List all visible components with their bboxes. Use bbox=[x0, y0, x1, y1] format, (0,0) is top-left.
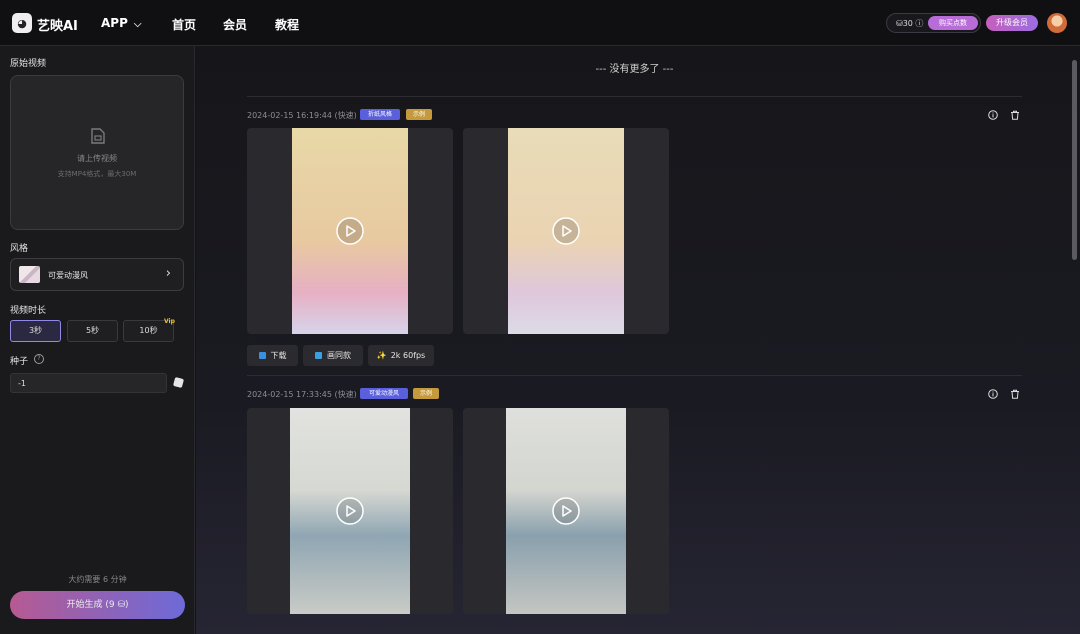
upscale-label: 2k 60fps bbox=[390, 351, 426, 360]
download-icon bbox=[258, 352, 266, 359]
upscale-button[interactable]: ✨ 2k 60fps bbox=[368, 345, 434, 366]
vip-badge: Vip bbox=[164, 318, 175, 325]
video-upload-area[interactable]: 请上传视频 支持MP4格式，最大30M bbox=[10, 75, 184, 230]
info-icon[interactable] bbox=[988, 389, 998, 399]
chevron-right-icon: › bbox=[165, 266, 171, 281]
trash-icon[interactable] bbox=[1010, 110, 1020, 120]
download-button[interactable]: 下载 bbox=[247, 345, 298, 366]
generated-video-card[interactable] bbox=[463, 128, 669, 334]
credit-value: 30 bbox=[902, 19, 913, 28]
original-video-card[interactable] bbox=[247, 408, 453, 614]
no-more-text: --- 没有更多了 --- bbox=[595, 64, 674, 75]
credit-count: ⛁30 ⓘ bbox=[896, 19, 924, 28]
sample-tag: 示例 bbox=[413, 388, 439, 399]
generated-video-card[interactable] bbox=[463, 408, 669, 614]
duration-label: 视频时长 bbox=[10, 306, 47, 316]
refresh-icon bbox=[315, 352, 322, 359]
sample-tag: 示例 bbox=[406, 109, 432, 120]
style-thumbnail bbox=[19, 266, 40, 283]
original-video-card[interactable] bbox=[247, 128, 453, 334]
play-icon[interactable] bbox=[336, 217, 364, 245]
chevron-down-icon: ⌵ bbox=[133, 19, 142, 30]
divider bbox=[247, 96, 1022, 97]
divider bbox=[247, 375, 1022, 376]
user-avatar[interactable] bbox=[1047, 13, 1067, 33]
task-timestamp: 2024-02-15 17:33:45 (快速) bbox=[247, 390, 357, 399]
sparkle-icon: ✨ bbox=[376, 351, 387, 360]
download-label: 下载 bbox=[270, 351, 287, 360]
trash-icon[interactable] bbox=[1010, 389, 1020, 399]
scrollbar[interactable] bbox=[1072, 60, 1077, 260]
upgrade-membership-button[interactable]: 升级会员 bbox=[986, 15, 1038, 31]
results-panel: --- 没有更多了 --- 2024-02-15 16:19:44 (快速) 折… bbox=[196, 46, 1080, 634]
brand-name[interactable]: 艺映AI bbox=[37, 15, 78, 34]
style-tag: 可爱动漫风 bbox=[360, 388, 408, 399]
style-selector[interactable]: 可爱动漫风 › bbox=[10, 258, 184, 291]
credit-pill: ⛁30 ⓘ 购买点数 bbox=[886, 13, 981, 33]
estimated-time: 大约需要 6 分钟 bbox=[68, 575, 127, 584]
nav-home[interactable]: 首页 bbox=[172, 16, 196, 33]
nav-tutorial[interactable]: 教程 bbox=[275, 16, 299, 33]
task-timestamp: 2024-02-15 16:19:44 (快速) bbox=[247, 111, 357, 120]
nav-membership[interactable]: 会员 bbox=[223, 16, 247, 33]
start-generate-button[interactable]: 开始生成 (9 ⛁) bbox=[10, 591, 185, 619]
duration-3s-button[interactable]: 3秒 bbox=[10, 320, 61, 342]
play-icon[interactable] bbox=[552, 497, 580, 525]
buy-credits-button[interactable]: 购买点数 bbox=[928, 16, 978, 30]
logo-icon[interactable]: ◕ bbox=[12, 13, 32, 33]
same-style-label: 画同款 bbox=[327, 351, 351, 360]
settings-sidebar: 原始视频 请上传视频 支持MP4格式，最大30M 风格 可爱动漫风 › 视频时长… bbox=[0, 46, 195, 634]
source-video-label: 原始视频 bbox=[10, 59, 47, 69]
seed-label: 种子 bbox=[10, 357, 29, 367]
upload-title: 请上传视频 bbox=[77, 154, 117, 163]
same-style-button[interactable]: 画同款 bbox=[303, 345, 363, 366]
top-header: ◕ 艺映AI APP ⌵ 首页 会员 教程 ⛁30 ⓘ 购买点数 升级会员 bbox=[0, 0, 1080, 46]
dice-icon[interactable] bbox=[172, 376, 185, 389]
style-value: 可爱动漫风 bbox=[48, 271, 88, 280]
style-tag: 折纸风格 bbox=[360, 109, 400, 120]
style-label: 风格 bbox=[10, 244, 29, 254]
nav-app-label: APP bbox=[101, 16, 128, 30]
info-icon[interactable] bbox=[988, 110, 998, 120]
upload-hint: 支持MP4格式，最大30M bbox=[57, 170, 137, 178]
play-icon[interactable] bbox=[552, 217, 580, 245]
nav-app[interactable]: APP ⌵ bbox=[101, 16, 141, 30]
duration-5s-button[interactable]: 5秒 bbox=[67, 320, 118, 342]
play-icon[interactable] bbox=[336, 497, 364, 525]
video-file-icon bbox=[91, 128, 105, 144]
help-icon[interactable]: ? bbox=[34, 354, 44, 364]
seed-input[interactable] bbox=[10, 373, 167, 393]
